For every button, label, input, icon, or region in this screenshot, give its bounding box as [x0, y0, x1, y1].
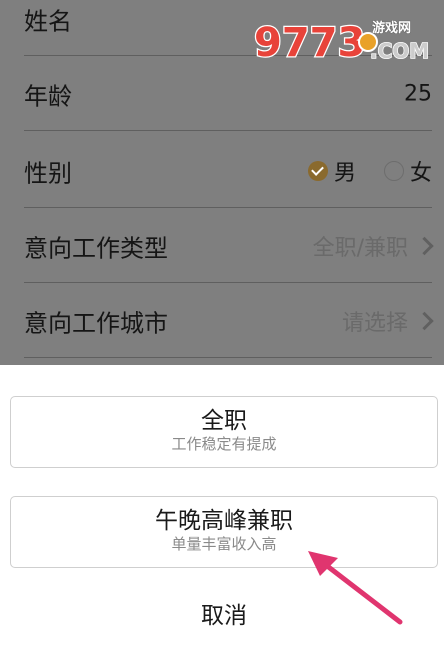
gender-option-female[interactable]: 女	[383, 155, 432, 187]
age-value: 25	[404, 81, 432, 106]
age-row[interactable]: 年龄 25	[0, 56, 444, 131]
gender-row: 性别 男 女	[0, 133, 444, 208]
option-subtitle: 单量丰富收入高	[171, 535, 277, 553]
job-type-label: 意向工作类型	[24, 234, 168, 262]
watermark-tag: 游戏网	[372, 20, 411, 36]
chevron-right-icon	[415, 236, 434, 255]
job-city-row[interactable]: 意向工作城市 请选择	[0, 283, 444, 358]
cancel-button[interactable]: 取消	[10, 593, 438, 639]
divider	[24, 130, 432, 131]
option-full-time[interactable]: 全职 工作稳定有提成	[10, 396, 438, 468]
option-title: 全职	[201, 408, 247, 434]
gender-label: 性别	[24, 159, 72, 187]
profile-form: 姓名 年龄 25 性别 男 女 意向工作类型 全职/兼职 意向工作城市 请选择	[0, 0, 444, 365]
gender-radio-group: 男 女	[307, 155, 432, 187]
name-label: 姓名	[24, 7, 72, 35]
radio-unchecked-icon	[383, 160, 404, 181]
gender-option-label: 男	[333, 160, 356, 186]
watermark-logo: 9773 游戏网 .COM	[253, 19, 428, 64]
action-sheet: 全职 工作稳定有提成 午晚高峰兼职 单量丰富收入高 取消	[0, 365, 444, 645]
gender-option-label: 女	[409, 160, 432, 186]
gender-option-male[interactable]: 男	[307, 155, 356, 187]
job-type-value: 全职/兼职	[312, 235, 408, 261]
watermark-suffix: .COM	[370, 39, 428, 63]
option-peak-part-time[interactable]: 午晚高峰兼职 单量丰富收入高	[10, 496, 438, 568]
radio-checked-icon	[307, 160, 328, 181]
job-city-label: 意向工作城市	[24, 309, 168, 337]
watermark-brand: 9773	[254, 20, 365, 64]
chevron-right-icon	[415, 311, 434, 330]
age-label: 年龄	[24, 82, 72, 110]
option-title: 午晚高峰兼职	[155, 508, 293, 534]
divider	[24, 357, 432, 358]
job-city-value: 请选择	[341, 310, 408, 336]
job-type-row[interactable]: 意向工作类型 全职/兼职	[0, 208, 444, 283]
option-subtitle: 工作稳定有提成	[171, 435, 277, 453]
